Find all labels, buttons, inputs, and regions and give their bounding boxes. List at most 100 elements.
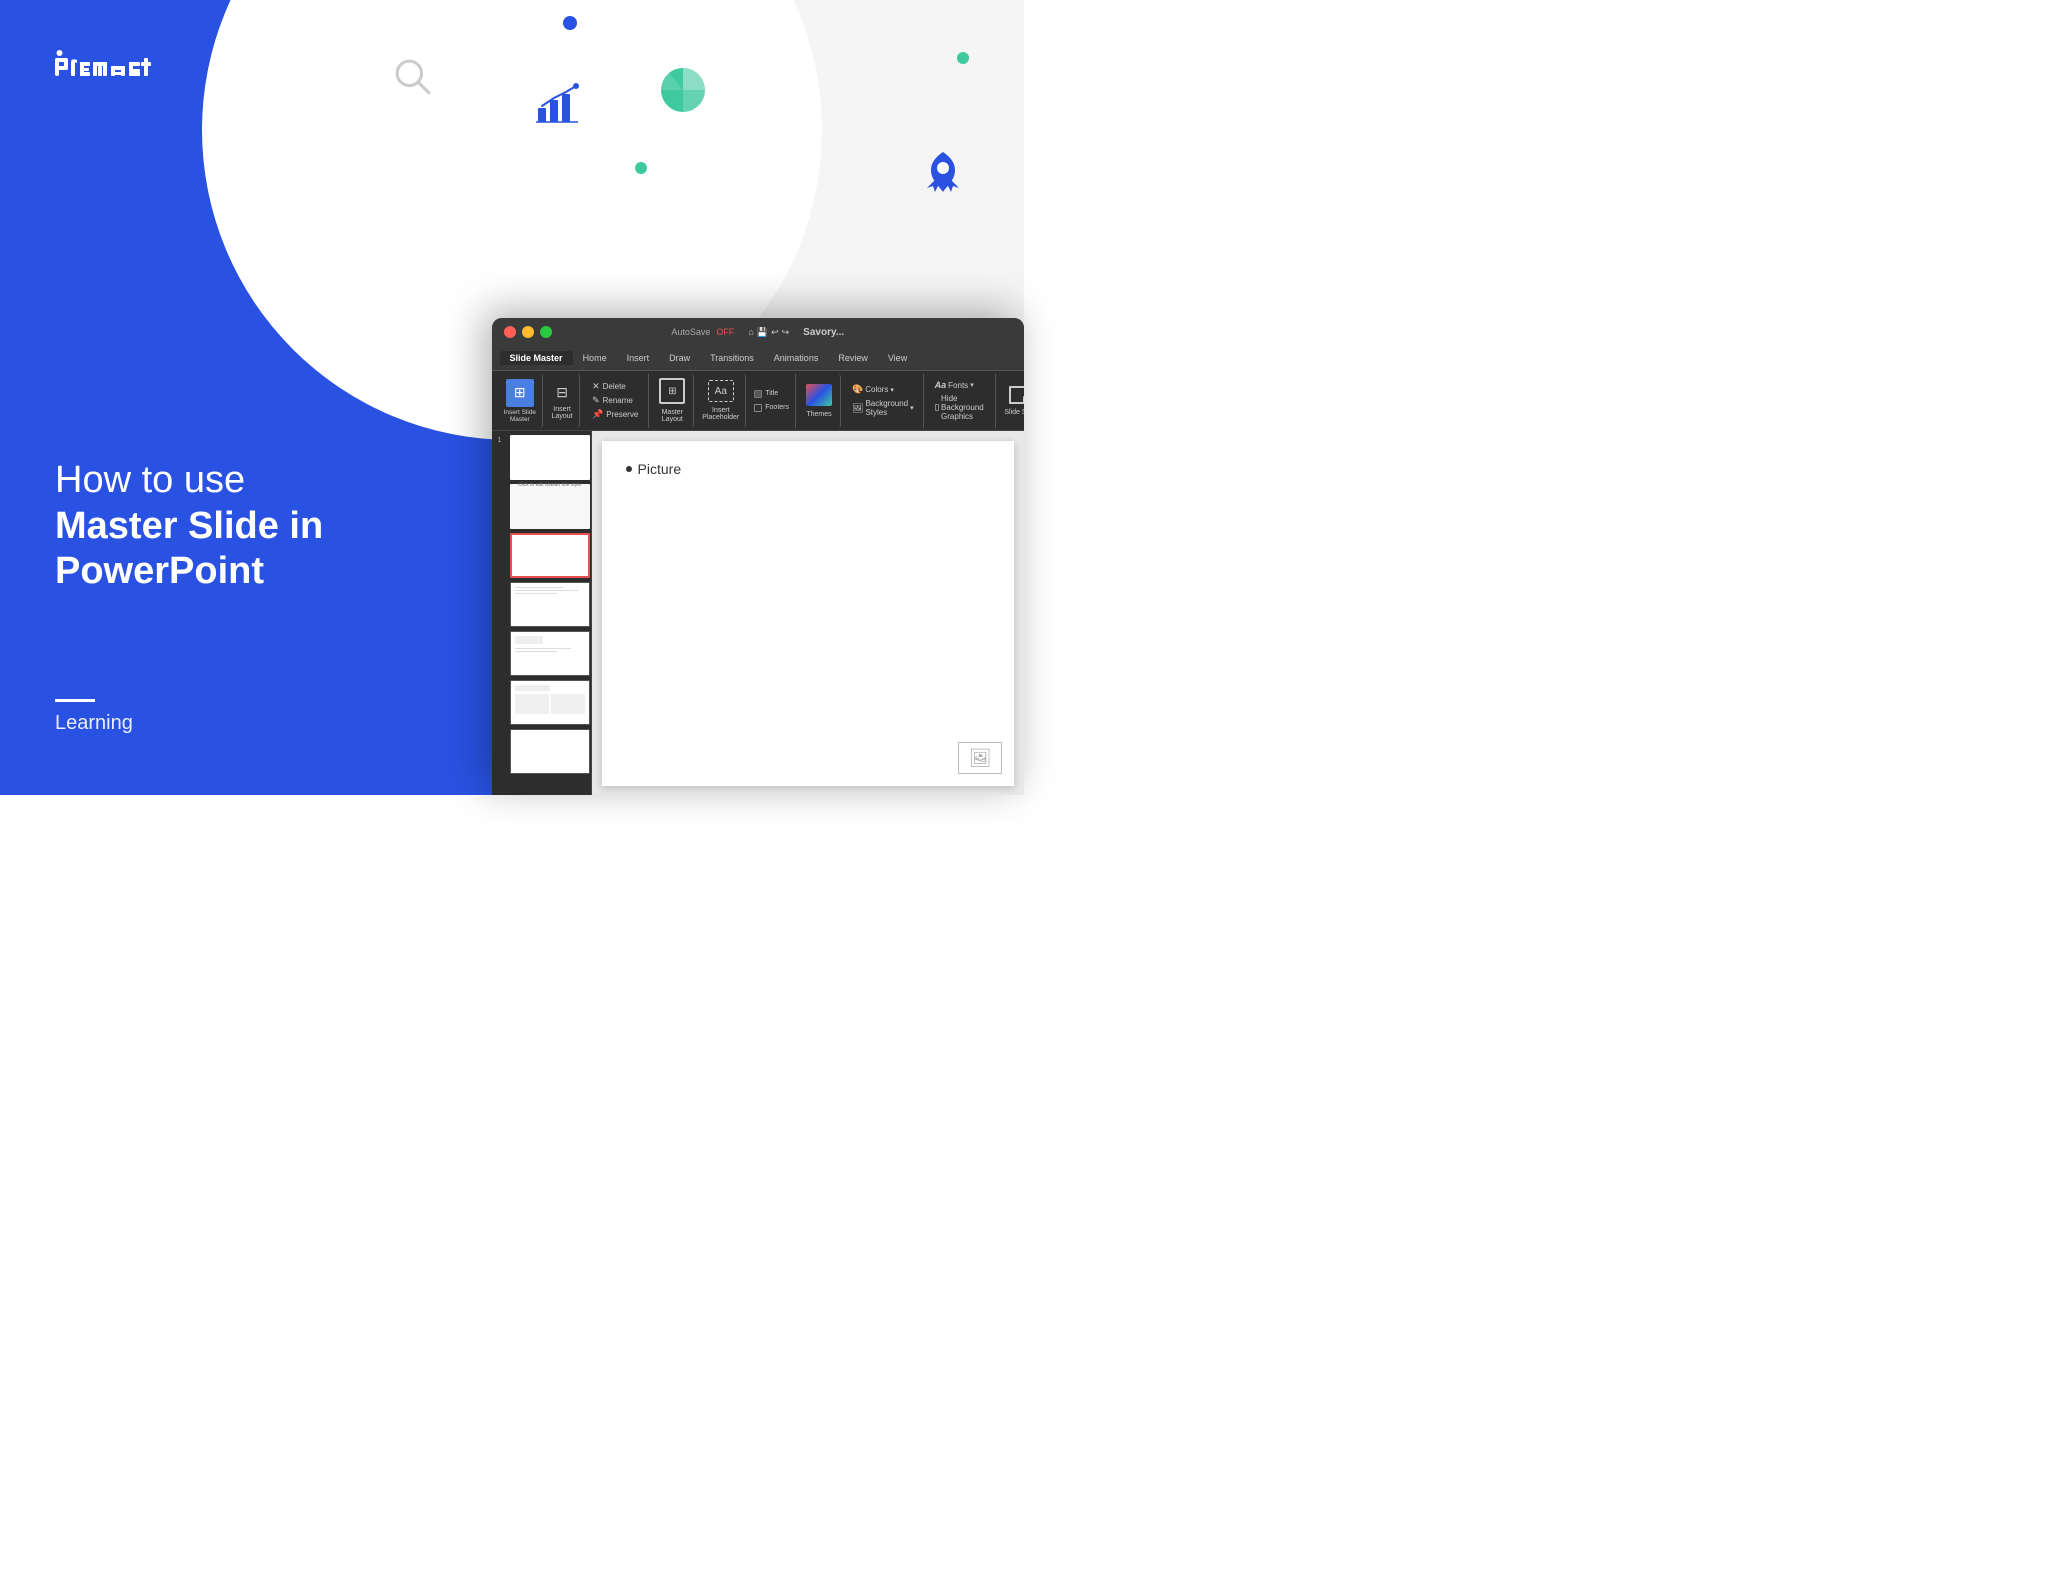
slide-thumb-wrapper-6 xyxy=(510,680,587,725)
themes-icon xyxy=(806,384,832,406)
footers-label: Footers xyxy=(765,404,789,411)
slide-thumb-2[interactable]: Click to edit Master title style xyxy=(510,484,590,529)
thumb-header xyxy=(515,636,543,644)
slide-thumb-wrapper-5 xyxy=(510,631,587,676)
rename-label: Rename xyxy=(603,396,633,405)
tab-slide-master[interactable]: Slide Master xyxy=(500,351,573,365)
preserve-icon: 📌 xyxy=(592,409,603,420)
insert-slide-master-label: Insert SlideMaster xyxy=(504,409,537,423)
thumb-cols xyxy=(515,694,585,714)
themes-label: Themes xyxy=(806,411,831,418)
ribbon-tabs: Slide Master Home Insert Draw Transition… xyxy=(492,346,1024,370)
title-checkbox[interactable] xyxy=(754,390,762,398)
line xyxy=(515,651,557,652)
slide-thumb-3[interactable] xyxy=(510,533,590,578)
slide-picture-text: Picture xyxy=(638,461,682,477)
save-icon: 💾 xyxy=(757,327,768,338)
hide-bg-checkbox[interactable] xyxy=(935,404,939,411)
slide-size-icon xyxy=(1009,386,1024,404)
slide-size-button[interactable]: Slide Size xyxy=(998,374,1024,428)
maximize-button[interactable] xyxy=(540,326,552,338)
dot-white-mid xyxy=(278,118,288,128)
logo[interactable] xyxy=(55,48,175,80)
line xyxy=(515,648,571,649)
redo-icon: ↪ xyxy=(782,327,790,338)
title-checkbox-row[interactable]: Title xyxy=(754,389,789,399)
fonts-label: Fonts xyxy=(948,381,968,390)
thumb-4-lines xyxy=(515,587,585,594)
slide-thumb-wrapper-4 xyxy=(510,582,587,627)
heading-line3: PowerPoint xyxy=(55,549,323,595)
slide-thumbnails[interactable]: 1 Click to edit Master title style xyxy=(492,431,592,795)
hide-bg-graphics-button[interactable]: Hide Background Graphics xyxy=(932,393,990,422)
master-layout-button[interactable]: ⊞ MasterLayout xyxy=(651,374,694,428)
insert-slide-master-button[interactable]: ⊞ Insert SlideMaster xyxy=(498,374,544,428)
insert-placeholder-icon: Aa xyxy=(708,380,734,402)
tab-review[interactable]: Review xyxy=(828,351,878,365)
col xyxy=(551,694,585,714)
bg-styles-icon: 🖼 xyxy=(852,403,863,414)
insert-layout-button[interactable]: ⊟ InsertLayout xyxy=(545,374,580,428)
preserve-button[interactable]: 📌 Preserve xyxy=(588,408,642,421)
dot-green-mid xyxy=(635,162,647,174)
delete-button[interactable]: ✕ Delete xyxy=(588,380,642,393)
slide-thumb-5[interactable] xyxy=(510,631,590,676)
slide-thumb-4[interactable] xyxy=(510,582,590,627)
colors-label: Colors xyxy=(865,385,888,394)
delete-icon: ✕ xyxy=(592,381,600,392)
thumb-2-text: Click to edit Master title style xyxy=(516,480,583,490)
dot-green-tr xyxy=(957,52,969,64)
powerpoint-window: AutoSave OFF ⌂ 💾 ↩ ↪ Savory... Slide Mas… xyxy=(492,318,1024,795)
tab-animations[interactable]: Animations xyxy=(764,351,829,365)
tab-transitions[interactable]: Transitions xyxy=(700,351,764,365)
main-slide: Picture 🖼 xyxy=(602,441,1014,786)
slide-thumb-wrapper-2: Click to edit Master title style xyxy=(510,484,587,529)
slide-num-1: 1 xyxy=(498,437,502,444)
thumb-header xyxy=(515,685,550,691)
insert-placeholder-button[interactable]: Aa InsertPlaceholder xyxy=(696,374,746,428)
slide-thumb-1[interactable] xyxy=(510,435,590,480)
slide-thumb-6[interactable] xyxy=(510,680,590,725)
bg-chevron: ▾ xyxy=(910,404,914,412)
tab-home[interactable]: Home xyxy=(573,351,617,365)
themes-button[interactable]: Themes xyxy=(798,374,841,428)
rename-icon: ✎ xyxy=(592,395,600,406)
tab-draw[interactable]: Draw xyxy=(659,351,700,365)
colors-button[interactable]: 🎨 Colors ▾ xyxy=(849,383,917,396)
slide-size-label: Slide Size xyxy=(1004,409,1024,416)
tab-insert[interactable]: Insert xyxy=(617,351,660,365)
slide-thumb-7[interactable] xyxy=(510,729,590,774)
ribbon-tabs-bar: Slide Master Home Insert Draw Transition… xyxy=(492,346,1024,371)
hide-bg-label: Hide Background Graphics xyxy=(941,394,986,421)
ribbon-toolbar: ⊞ Insert SlideMaster ⊟ InsertLayout ✕ De… xyxy=(492,371,1024,431)
undo-icon: ↩ xyxy=(771,327,779,338)
line xyxy=(515,587,564,588)
fonts-button[interactable]: Aa Fonts ▾ xyxy=(932,379,990,391)
background-styles-button[interactable]: 🖼 Background Styles ▾ xyxy=(849,398,917,418)
home-icon: ⌂ xyxy=(748,327,753,337)
heading-area: How to use Master Slide in PowerPoint xyxy=(55,458,323,595)
footers-checkbox[interactable] xyxy=(754,404,762,412)
minimize-button[interactable] xyxy=(522,326,534,338)
close-button[interactable] xyxy=(504,326,516,338)
master-layout-label: MasterLayout xyxy=(662,409,683,423)
titlebar-center: AutoSave OFF ⌂ 💾 ↩ ↪ Savory... xyxy=(671,327,844,338)
fonts-chevron: ▾ xyxy=(970,381,974,389)
fonts-icon: Aa xyxy=(935,380,947,390)
learning-divider xyxy=(55,699,95,702)
filename: Savory... xyxy=(803,327,844,338)
pie-icon xyxy=(655,62,711,123)
colors-chevron: ▾ xyxy=(890,386,894,394)
logo-svg xyxy=(55,48,175,80)
line xyxy=(515,590,578,591)
tab-view[interactable]: View xyxy=(878,351,917,365)
autosave-state: OFF xyxy=(716,327,734,337)
chart-icon xyxy=(532,80,584,137)
preserve-label: Preserve xyxy=(606,410,638,419)
line xyxy=(515,593,557,594)
rename-button[interactable]: ✎ Rename xyxy=(588,394,642,407)
search-icon xyxy=(391,55,435,104)
slide-canvas: Picture 🖼 xyxy=(592,431,1024,795)
bullet-dot xyxy=(626,466,632,472)
footers-checkbox-row[interactable]: Footers xyxy=(754,403,789,413)
